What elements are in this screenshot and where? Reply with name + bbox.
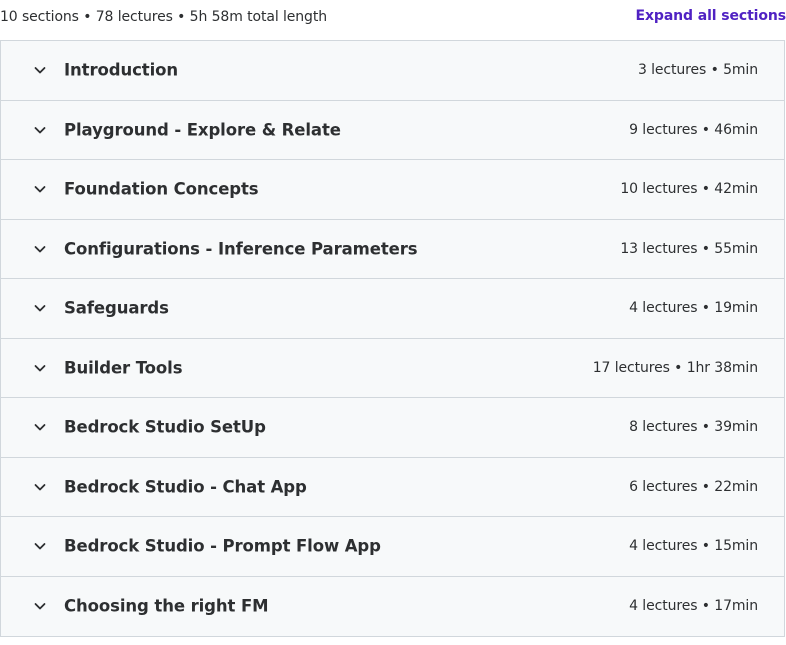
section-lecture-count: 4 lectures • 15min	[629, 538, 758, 555]
section-title: Introduction	[64, 60, 179, 80]
section-lecture-count: 9 lectures • 46min	[629, 121, 758, 138]
section-row[interactable]: Introduction 3 lectures • 5min	[1, 41, 784, 101]
section-row[interactable]: Configurations - Inference Parameters 13 …	[1, 219, 784, 279]
section-title: Builder Tools	[64, 358, 183, 378]
chevron-down-icon[interactable]	[33, 63, 47, 77]
chevron-down-icon[interactable]	[33, 123, 47, 137]
section-row[interactable]: Choosing the right FM 4 lectures • 17min	[1, 576, 784, 636]
section-title: Bedrock Studio - Chat App	[64, 477, 307, 497]
section-list: Introduction 3 lectures • 5min Playground …	[0, 40, 785, 637]
chevron-down-icon[interactable]	[33, 480, 47, 494]
section-row[interactable]: Bedrock Studio - Chat App 6 lectures • 22…	[1, 457, 784, 517]
section-row[interactable]: Bedrock Studio - Prompt Flow App 4 lectur…	[1, 517, 784, 577]
chevron-down-icon[interactable]	[33, 242, 47, 256]
section-title: Safeguards	[64, 298, 169, 318]
chevron-down-icon[interactable]	[33, 301, 47, 315]
section-title: Configurations - Inference Parameters	[64, 239, 418, 259]
section-title: Bedrock Studio SetUp	[64, 417, 266, 437]
chevron-down-icon[interactable]	[33, 599, 47, 613]
section-lecture-count: 13 lectures • 55min	[620, 240, 758, 257]
expand-all-sections-button[interactable]: Expand all sections	[636, 8, 786, 24]
section-lecture-count: 8 lectures • 39min	[629, 419, 758, 436]
section-lecture-count: 3 lectures • 5min	[637, 62, 758, 79]
chevron-down-icon[interactable]	[33, 539, 47, 553]
curriculum-summary-bar: 10 sections • 78 lectures • 5h 58m total…	[0, 0, 786, 40]
section-lecture-count: 4 lectures • 19min	[629, 300, 758, 317]
section-row[interactable]: Safeguards 4 lectures • 19min	[1, 279, 784, 339]
chevron-down-icon[interactable]	[33, 182, 47, 196]
section-row[interactable]: Builder Tools 17 lectures • 1hr 38min	[1, 338, 784, 398]
section-title: Playground - Explore & Relate	[64, 120, 341, 140]
section-lecture-count: 6 lectures • 22min	[629, 478, 758, 495]
section-lecture-count: 10 lectures • 42min	[620, 181, 758, 198]
section-title: Foundation Concepts	[64, 179, 259, 199]
section-title: Choosing the right FM	[64, 596, 269, 616]
section-row[interactable]: Bedrock Studio SetUp 8 lectures • 39min	[1, 398, 784, 458]
section-title: Bedrock Studio - Prompt Flow App	[64, 536, 381, 556]
curriculum-summary: 10 sections • 78 lectures • 5h 58m total…	[0, 9, 328, 25]
section-row[interactable]: Playground - Explore & Relate 9 lectures …	[1, 100, 784, 160]
section-row[interactable]: Foundation Concepts 10 lectures • 42min	[1, 160, 784, 220]
section-lecture-count: 17 lectures • 1hr 38min	[592, 359, 758, 376]
section-lecture-count: 4 lectures • 17min	[629, 598, 758, 615]
chevron-down-icon[interactable]	[33, 361, 47, 375]
chevron-down-icon[interactable]	[33, 420, 47, 434]
